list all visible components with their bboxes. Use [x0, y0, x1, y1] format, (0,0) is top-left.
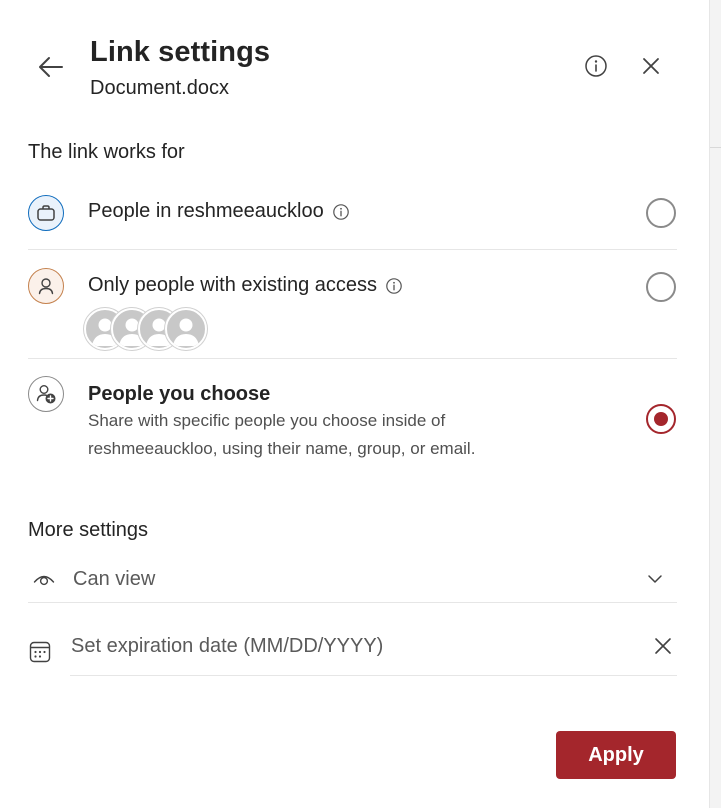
- person-add-icon: [36, 385, 56, 404]
- calendar-icon: [29, 641, 51, 663]
- option-label: People in reshmeeauckloo: [88, 200, 324, 222]
- chevron-down-icon: [648, 575, 662, 583]
- divider: [28, 249, 677, 250]
- existing-access-option-icon: [28, 268, 64, 304]
- briefcase-icon: [37, 205, 55, 221]
- close-icon: [655, 638, 671, 654]
- option-description: Share with specific people you choose in…: [88, 411, 476, 458]
- radio-people-in-org[interactable]: [646, 198, 676, 228]
- option-label: People you choose: [88, 383, 271, 405]
- option-label: Only people with existing access: [88, 274, 378, 296]
- panel-title: Link settings: [90, 36, 271, 68]
- option-people-you-choose[interactable]: People you choose Share with specific pe…: [28, 376, 678, 466]
- info-button[interactable]: [580, 50, 612, 82]
- background-panel-edge: [709, 0, 721, 808]
- apply-button[interactable]: Apply: [556, 731, 676, 779]
- more-settings-heading: More settings: [28, 519, 149, 541]
- existing-access-avatars: [84, 308, 214, 350]
- divider: [28, 602, 677, 603]
- person-icon: [38, 278, 54, 295]
- expiration-date-placeholder: Set expiration date (MM/DD/YYYY): [71, 635, 384, 657]
- radio-people-you-choose[interactable]: [646, 404, 676, 434]
- info-icon[interactable]: [385, 277, 403, 295]
- radio-existing-access[interactable]: [646, 272, 676, 302]
- file-name: Document.docx: [90, 77, 229, 99]
- close-icon: [643, 58, 659, 74]
- option-people-in-org[interactable]: People in reshmeeauckloo: [28, 195, 678, 235]
- expiration-date-field[interactable]: Set expiration date (MM/DD/YYYY): [70, 625, 677, 676]
- org-option-icon: [28, 195, 64, 231]
- people-you-choose-option-icon: [28, 376, 64, 412]
- arrow-left-icon: [39, 57, 63, 77]
- permission-value: Can view: [73, 568, 156, 590]
- link-works-for-heading: The link works for: [28, 141, 185, 163]
- permission-dropdown[interactable]: Can view: [28, 560, 677, 602]
- info-icon[interactable]: [332, 203, 350, 221]
- divider: [28, 358, 677, 359]
- close-button[interactable]: [636, 51, 666, 81]
- avatar: [165, 308, 207, 350]
- clear-date-button[interactable]: [650, 633, 676, 659]
- back-button[interactable]: [34, 50, 68, 84]
- eye-icon: [33, 575, 55, 586]
- option-existing-access[interactable]: Only people with existing access: [28, 268, 678, 350]
- info-icon: [585, 55, 607, 77]
